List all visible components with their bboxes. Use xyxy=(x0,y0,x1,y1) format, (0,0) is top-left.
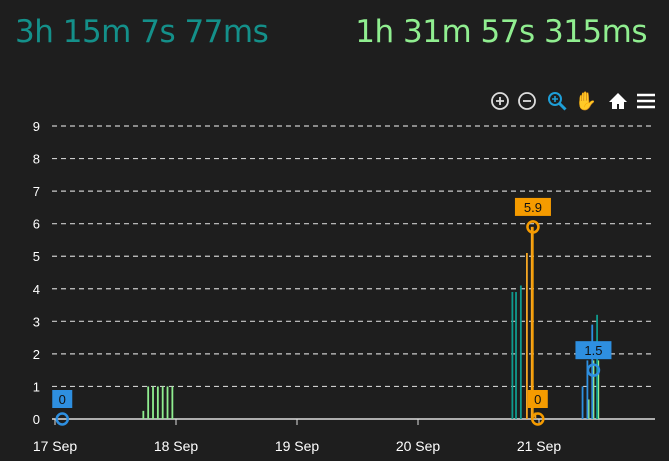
y-tick-label: 3 xyxy=(33,314,40,329)
y-tick-label: 2 xyxy=(33,347,40,362)
y-tick-label: 4 xyxy=(33,282,40,297)
y-tick-label: 1 xyxy=(33,379,40,394)
y-tick-label: 5 xyxy=(33,249,40,264)
annotation-label: 0 xyxy=(534,392,541,407)
y-tick-label: 8 xyxy=(33,152,40,167)
y-tick-label: 9 xyxy=(33,119,40,134)
annotation-label: 5.9 xyxy=(524,200,542,215)
y-tick-label: 6 xyxy=(33,217,40,232)
annotation-label: 0 xyxy=(59,392,66,407)
x-tick-label: 20 Sep xyxy=(396,438,441,454)
y-tick-label: 7 xyxy=(33,184,40,199)
x-tick-label: 19 Sep xyxy=(275,438,320,454)
annotation-label: 1.5 xyxy=(584,343,602,358)
y-tick-label: 0 xyxy=(33,412,40,427)
chart: 0 1 2 3 4 5 6 7 8 9 17 Sep 18 Sep 19 Sep 20 Sep 21 Sep… xyxy=(33,119,655,454)
x-tick-label: 18 Sep xyxy=(154,438,199,454)
x-tick-label: 17 Sep xyxy=(33,438,78,454)
x-tick-label: 21 Sep xyxy=(517,438,562,454)
